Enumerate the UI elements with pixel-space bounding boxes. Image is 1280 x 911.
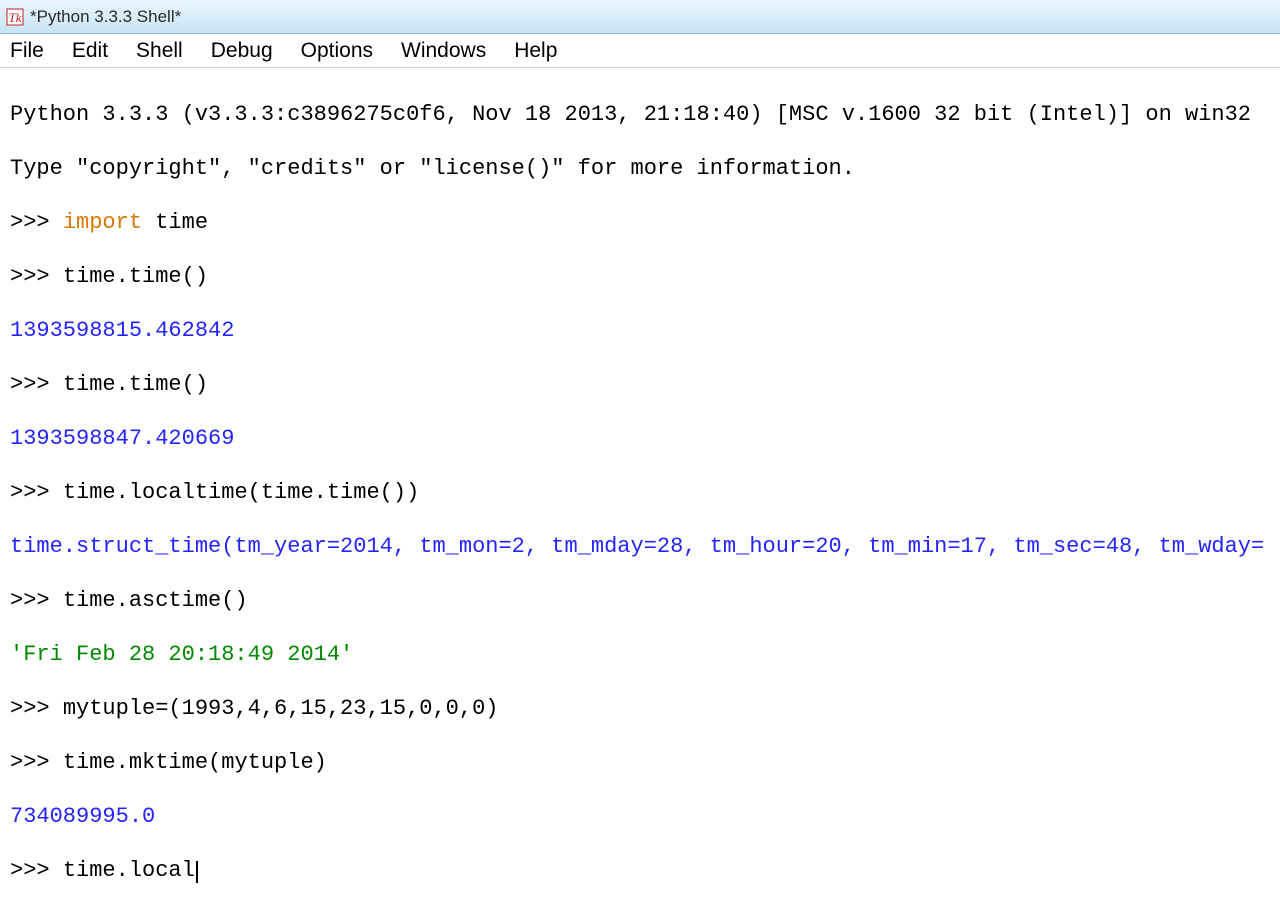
menu-file[interactable]: File: [4, 35, 58, 67]
menu-windows[interactable]: Windows: [387, 35, 500, 67]
input-line: >>> time.local: [10, 857, 1270, 884]
output-line: 1393598847.420669: [10, 425, 1270, 452]
prompt: >>>: [10, 264, 63, 289]
code-text: time.time(): [63, 372, 208, 397]
code-text: time.local: [63, 858, 195, 883]
code-text: time: [142, 210, 208, 235]
titlebar: Tk *Python 3.3.3 Shell*: [0, 0, 1280, 34]
svg-text:Tk: Tk: [9, 10, 22, 25]
output-line: time.struct_time(tm_year=2014, tm_mon=2,…: [10, 533, 1270, 560]
input-line: >>> mytuple=(1993,4,6,15,23,15,0,0,0): [10, 695, 1270, 722]
input-line: >>> import time: [10, 209, 1270, 236]
prompt: >>>: [10, 858, 63, 883]
console-area[interactable]: Python 3.3.3 (v3.3.3:c3896275c0f6, Nov 1…: [0, 68, 1280, 911]
menu-edit[interactable]: Edit: [58, 35, 122, 67]
output-line: 1393598815.462842: [10, 317, 1270, 344]
app-icon: Tk: [6, 8, 24, 26]
prompt: >>>: [10, 750, 63, 775]
menu-shell[interactable]: Shell: [122, 35, 197, 67]
banner-line: Python 3.3.3 (v3.3.3:c3896275c0f6, Nov 1…: [10, 101, 1270, 128]
code-text: mytuple=(1993,4,6,15,23,15,0,0,0): [63, 696, 499, 721]
text-cursor: [196, 861, 198, 883]
prompt: >>>: [10, 480, 63, 505]
code-text: time.mktime(mytuple): [63, 750, 327, 775]
input-line: >>> time.time(): [10, 371, 1270, 398]
code-text: time.time(): [63, 264, 208, 289]
output-line: 'Fri Feb 28 20:18:49 2014': [10, 641, 1270, 668]
prompt: >>>: [10, 372, 63, 397]
menu-help[interactable]: Help: [500, 35, 571, 67]
input-line: >>> time.time(): [10, 263, 1270, 290]
input-line: >>> time.mktime(mytuple): [10, 749, 1270, 776]
prompt: >>>: [10, 210, 63, 235]
menu-debug[interactable]: Debug: [197, 35, 287, 67]
window-title: *Python 3.3.3 Shell*: [30, 7, 181, 27]
output-line: 734089995.0: [10, 803, 1270, 830]
prompt: >>>: [10, 588, 63, 613]
code-text: time.localtime(time.time()): [63, 480, 419, 505]
banner-line: Type "copyright", "credits" or "license(…: [10, 155, 1270, 182]
keyword: import: [63, 210, 142, 235]
menu-options[interactable]: Options: [287, 35, 387, 67]
input-line: >>> time.asctime(): [10, 587, 1270, 614]
prompt: >>>: [10, 696, 63, 721]
code-text: time.asctime(): [63, 588, 248, 613]
menubar: File Edit Shell Debug Options Windows He…: [0, 34, 1280, 68]
input-line: >>> time.localtime(time.time()): [10, 479, 1270, 506]
